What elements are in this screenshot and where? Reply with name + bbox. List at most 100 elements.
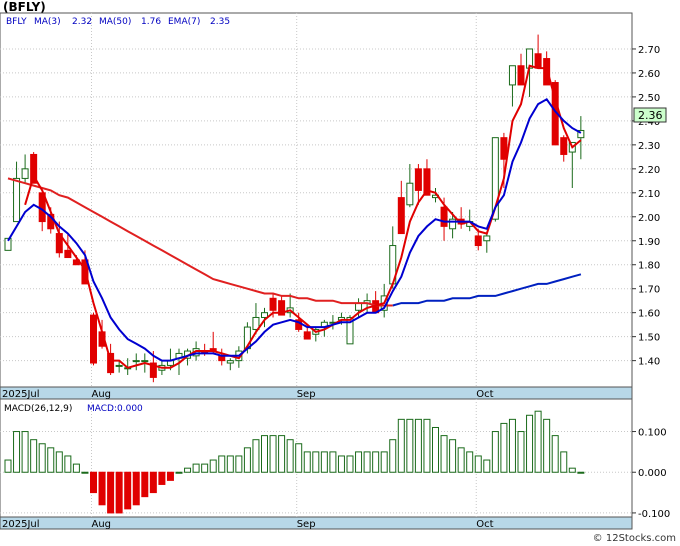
- candle-body: [141, 360, 149, 363]
- price-tick-label: 1.40: [638, 357, 660, 368]
- macd-bar: [483, 459, 491, 473]
- candle-body: [534, 53, 542, 69]
- macd-bar: [115, 471, 123, 514]
- candle-body: [132, 360, 140, 363]
- chart-title: (BFLY): [3, 0, 46, 14]
- candle-body: [414, 168, 422, 191]
- macd-bar: [64, 455, 72, 473]
- macd-bar: [243, 447, 251, 473]
- macd-bar: [543, 418, 551, 473]
- date-tick-label: Oct: [476, 389, 493, 400]
- price-tick-label: 2.10: [638, 189, 660, 200]
- macd-bar: [132, 471, 140, 506]
- date-tick-label: 2025Jul: [2, 389, 40, 400]
- macd-bar: [568, 467, 576, 473]
- macd-bar: [457, 447, 465, 473]
- price-tick-label: 1.70: [638, 285, 660, 296]
- copyright-footer: © 12Stocks.com: [592, 533, 676, 544]
- macd-bar: [261, 435, 268, 473]
- macd-bar: [72, 463, 80, 473]
- price-tick-label: 2.20: [638, 165, 660, 176]
- macd-bar: [517, 431, 525, 473]
- candle-body: [261, 312, 268, 318]
- macd-tick-label: 0.000: [638, 468, 667, 479]
- macd-bar: [226, 455, 234, 473]
- macd-bar: [90, 471, 97, 494]
- candle-body: [560, 137, 568, 155]
- macd-legend-label: MACD(26,12,9): [4, 404, 72, 414]
- stock-chart: 2.702.602.502.402.302.202.102.001.901.80…: [0, 12, 670, 530]
- macd-bar: [175, 471, 183, 474]
- price-tick-label: 1.50: [638, 333, 660, 344]
- macd-bar: [30, 439, 38, 473]
- candle-body: [474, 235, 482, 247]
- macd-bar: [423, 418, 431, 473]
- macd-bar: [107, 471, 115, 514]
- date-tick-label: Oct: [476, 519, 493, 530]
- candle-body: [303, 331, 311, 340]
- legend-ma3-value: 2.32: [72, 17, 92, 27]
- price-tick-label: 1.90: [638, 237, 660, 248]
- macd-bar: [124, 471, 132, 510]
- candle-body: [226, 360, 234, 364]
- macd-legend-value: MACD:0.000: [87, 404, 143, 414]
- macd-bar: [13, 431, 21, 473]
- macd-tick-label: -0.100: [638, 509, 670, 520]
- macd-bar: [320, 451, 328, 473]
- date-tick-label: Sep: [297, 389, 316, 400]
- legend-symbol: BFLY: [6, 17, 27, 27]
- candle-body: [13, 177, 21, 223]
- candle-body: [355, 302, 363, 311]
- macd-bar: [81, 471, 89, 474]
- candle-body: [543, 58, 551, 86]
- macd-bar: [534, 410, 542, 473]
- macd-bar: [474, 455, 482, 473]
- macd-bar: [47, 447, 55, 473]
- price-tick-label: 2.00: [638, 213, 660, 224]
- macd-bar: [466, 451, 474, 473]
- macd-bar: [312, 451, 320, 473]
- candle-body: [269, 297, 277, 311]
- candle-body: [21, 168, 29, 179]
- macd-bar: [98, 471, 106, 506]
- macd-bar: [346, 455, 354, 473]
- macd-tick-label: 0.100: [638, 428, 667, 439]
- macd-bar: [363, 451, 371, 473]
- candle-body: [64, 249, 72, 259]
- legend-ema7-value: 2.35: [210, 17, 230, 27]
- macd-bar: [491, 431, 499, 473]
- date-tick-label: Aug: [92, 389, 112, 400]
- date-tick-label: Sep: [297, 519, 316, 530]
- macd-bar: [337, 455, 345, 473]
- candle-body: [397, 197, 405, 235]
- macd-bar: [449, 439, 457, 473]
- macd-bar: [192, 463, 200, 473]
- date-tick-label: 2025Jul: [2, 519, 40, 530]
- macd-bar: [21, 431, 29, 473]
- legend-ma50-label: MA(50): [99, 17, 131, 27]
- macd-bar: [329, 451, 337, 473]
- macd-bar: [303, 451, 311, 473]
- macd-bar: [269, 435, 277, 473]
- last-price-label: 2.36: [638, 109, 663, 122]
- macd-bar: [55, 451, 63, 473]
- macd-bar: [380, 451, 388, 473]
- macd-bar: [577, 471, 585, 474]
- candle-body: [115, 364, 123, 367]
- date-tick-label: Aug: [92, 519, 112, 530]
- macd-bar: [286, 439, 294, 473]
- macd-bar: [372, 451, 380, 473]
- macd-bar: [141, 471, 149, 498]
- macd-bar: [397, 418, 405, 473]
- candle-body: [500, 137, 508, 160]
- candle-body: [517, 65, 525, 86]
- macd-bar: [526, 414, 534, 473]
- legend-ma3-label: MA(3): [34, 17, 61, 27]
- macd-bar: [406, 418, 414, 473]
- candle-body: [483, 235, 491, 242]
- macd-bar: [149, 471, 157, 494]
- macd-bar: [218, 455, 226, 473]
- candle-body: [508, 65, 516, 86]
- macd-bar: [209, 459, 217, 473]
- macd-bar: [158, 471, 166, 485]
